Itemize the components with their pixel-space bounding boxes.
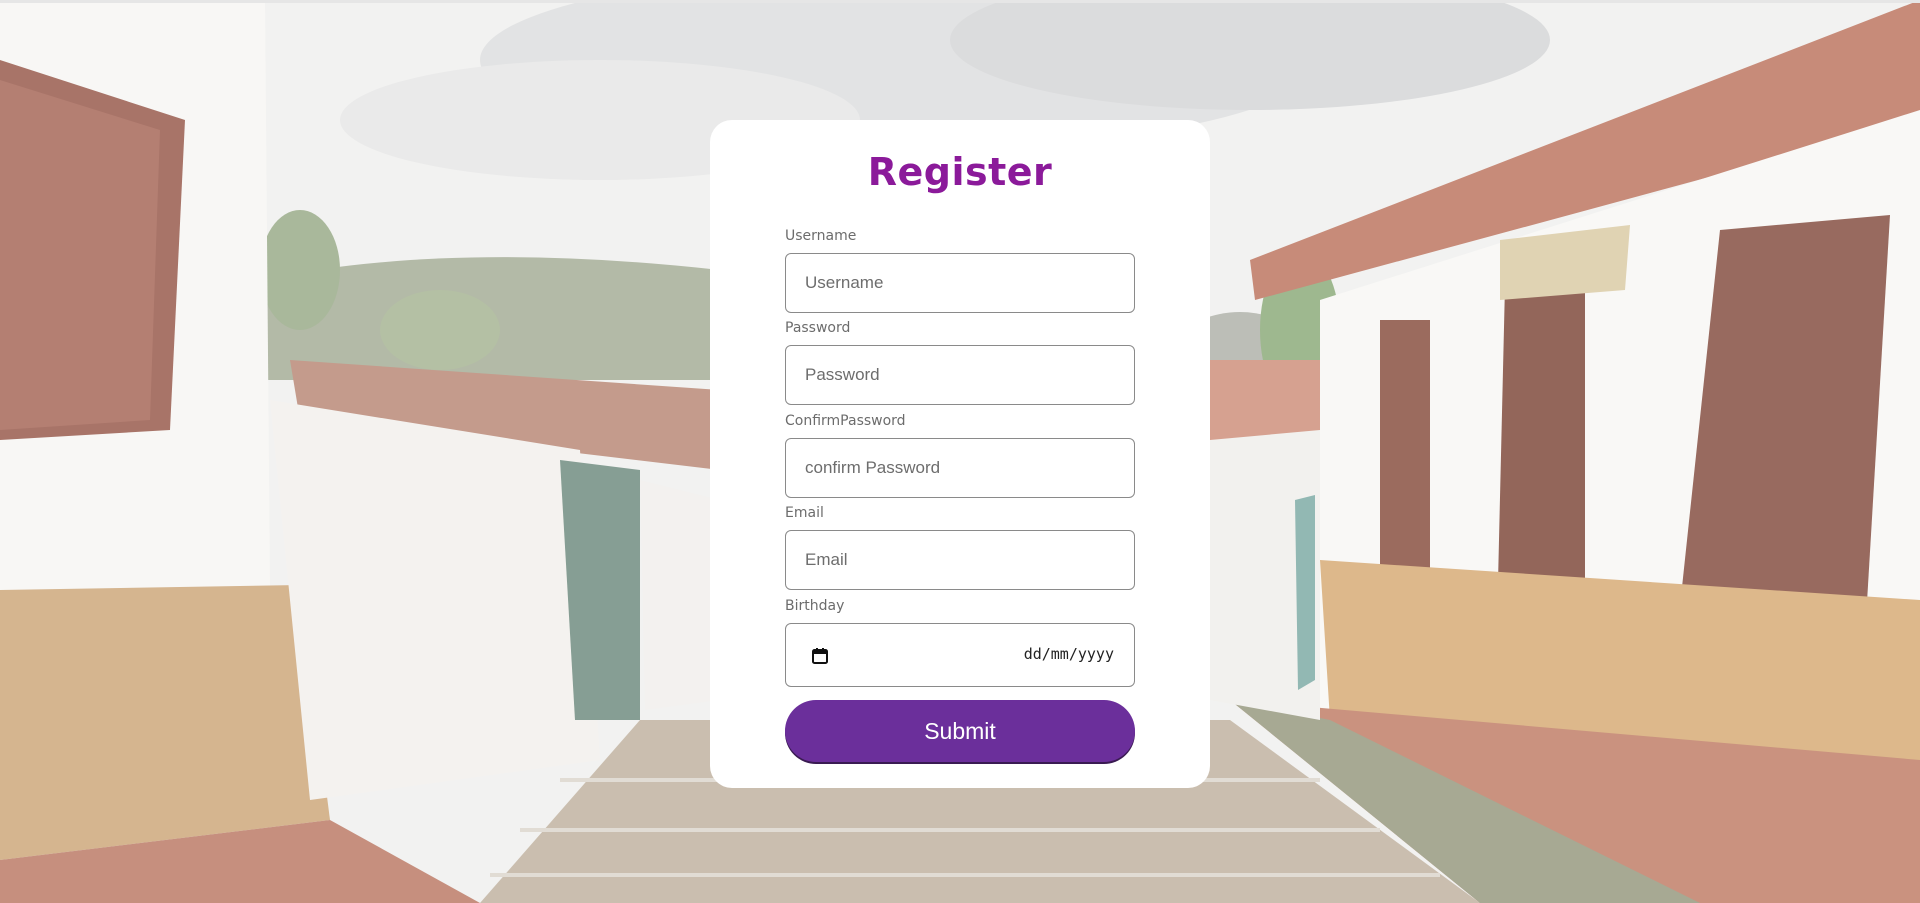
calendar-icon[interactable] [811, 647, 829, 665]
birthday-date-input[interactable]: dd/mm/yyyy [785, 623, 1135, 687]
username-label: Username [785, 228, 857, 244]
register-card: Register Username Password ConfirmPasswo… [710, 120, 1210, 788]
password-input[interactable] [785, 345, 1135, 405]
confirm-password-label: ConfirmPassword [785, 413, 906, 429]
top-border [0, 0, 1920, 3]
username-input[interactable] [785, 253, 1135, 313]
birthday-date-placeholder: dd/mm/yyyy [1023, 645, 1114, 663]
password-label: Password [785, 320, 851, 336]
email-label: Email [785, 505, 824, 521]
submit-button[interactable]: Submit [785, 700, 1135, 762]
email-input[interactable] [785, 530, 1135, 590]
page-title: Register [867, 150, 1053, 194]
birthday-label: Birthday [785, 598, 845, 614]
confirm-password-input[interactable] [785, 438, 1135, 498]
